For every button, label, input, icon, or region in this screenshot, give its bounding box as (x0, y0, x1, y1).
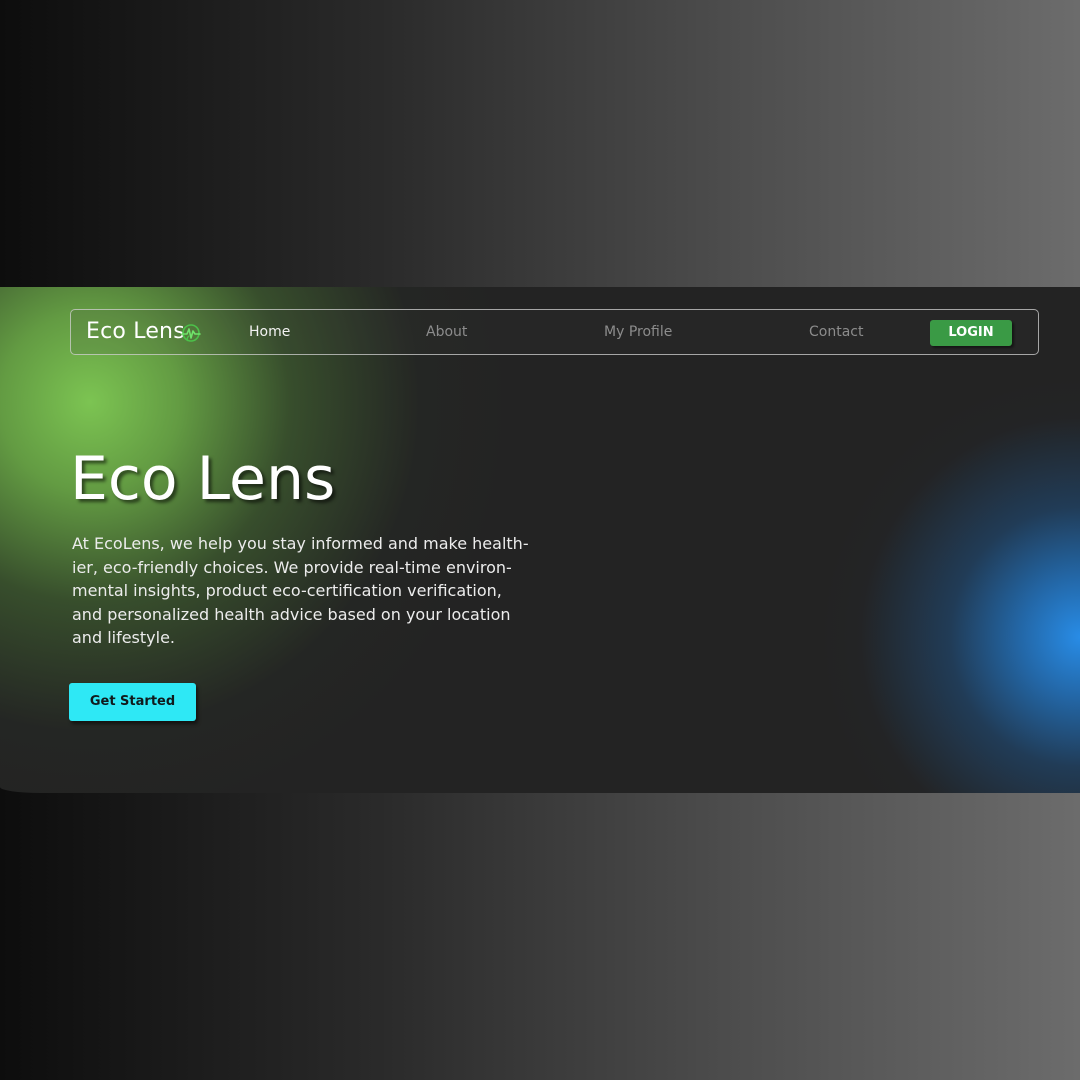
login-button[interactable]: LOGIN (930, 320, 1012, 346)
logo-text: Eco Lens (86, 319, 185, 344)
navbar: Eco Lens Home About My Profile Contact L… (70, 309, 1039, 355)
get-started-button[interactable]: Get Started (69, 683, 196, 721)
nav-contact-link[interactable]: Contact (809, 323, 863, 341)
hero-description-line: ier, eco-friendly choices. We provide re… (72, 557, 512, 577)
nav-about-link[interactable]: About (426, 323, 467, 341)
hero-description-line: and lifestyle. (72, 628, 176, 648)
nav-home-link[interactable]: Home (249, 323, 290, 341)
hero-title: Eco Lens (70, 444, 336, 514)
hero-description-line: At EcoLens, we help you stay informed an… (72, 534, 529, 553)
heartbeat-leaf-icon (181, 323, 201, 343)
hero-description: At EcoLens, we help you stay informed an… (72, 532, 552, 650)
hero-section: Eco Lens Home About My Profile Contact L… (0, 287, 1080, 793)
nav-my-profile-link[interactable]: My Profile (604, 323, 672, 341)
logo[interactable]: Eco Lens (86, 319, 201, 345)
hero-description-line: and personalized health advice based on … (72, 604, 511, 624)
hero-description-line: mental insights, product eco-certificati… (72, 581, 502, 601)
